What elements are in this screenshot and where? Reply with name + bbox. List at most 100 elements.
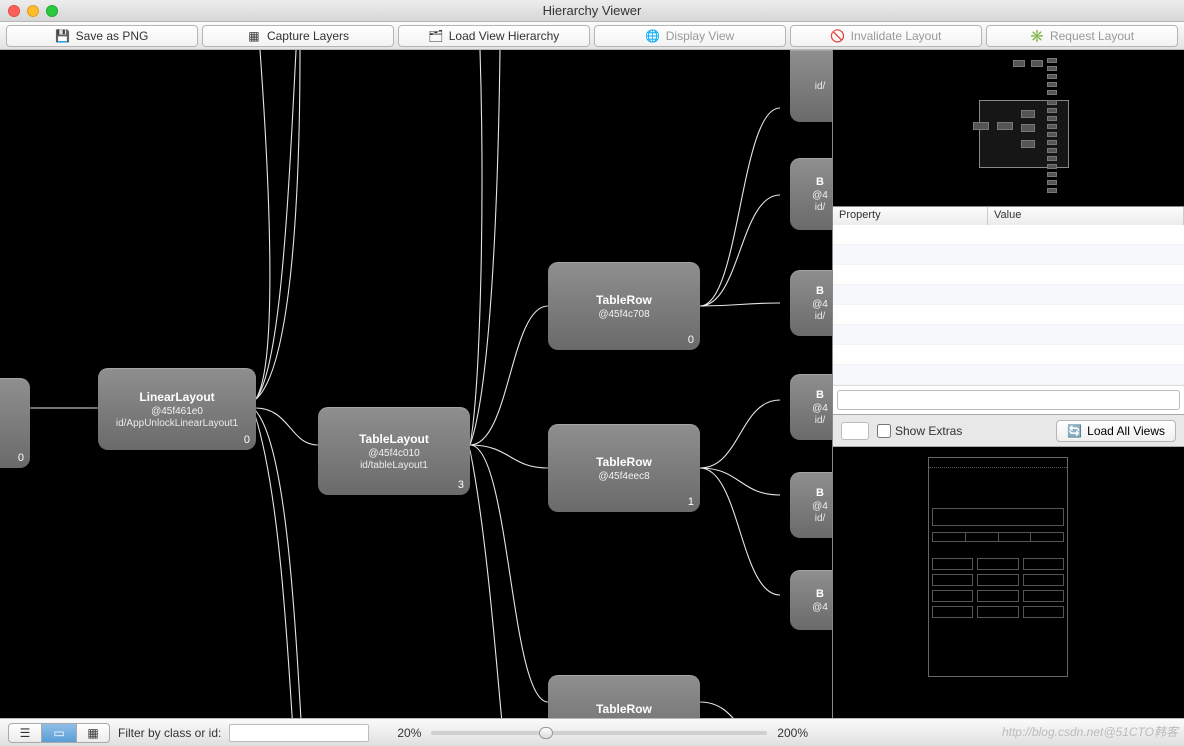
node-address: @4 xyxy=(812,501,828,512)
node-trunc-b[interactable]: B @4 id/ xyxy=(790,158,833,230)
table-row[interactable] xyxy=(833,345,1184,365)
device-statusbar xyxy=(929,458,1067,468)
zoom-min-label: 20% xyxy=(397,726,421,740)
node-class: B xyxy=(816,176,824,188)
save-icon: 💾 xyxy=(56,29,70,43)
capture-layers-button[interactable]: ▦ Capture Layers xyxy=(202,25,394,47)
node-class: TableRow xyxy=(596,455,652,469)
show-extras-input[interactable] xyxy=(877,424,891,438)
device-tabbar xyxy=(932,532,1064,542)
table-row[interactable] xyxy=(833,325,1184,345)
grid-icon: ▦ xyxy=(87,726,98,740)
hierarchy-icon: 🗂 xyxy=(429,29,443,43)
invalidate-layout-button[interactable]: 🚫 Invalidate Layout xyxy=(790,25,982,47)
node-class: B xyxy=(816,285,824,297)
table-row[interactable] xyxy=(833,265,1184,285)
button-label: Save as PNG xyxy=(76,29,149,43)
node-trunc-f[interactable]: B @4 xyxy=(790,570,833,630)
node-class: B xyxy=(816,389,824,401)
node-tablerow-2[interactable]: TableRow @45f50b70 xyxy=(548,675,700,718)
table-row[interactable] xyxy=(833,305,1184,325)
node-badge: 0 xyxy=(244,434,250,446)
filter-input[interactable] xyxy=(229,724,369,742)
zoom-max-label: 200% xyxy=(777,726,808,740)
table-row[interactable] xyxy=(833,285,1184,305)
node-address: @45f461e0 xyxy=(151,406,203,417)
node-address: @45f4c708 xyxy=(598,309,649,320)
node-id: id/ xyxy=(815,415,826,426)
bottom-bar: ☰ ▭ ▦ Filter by class or id: 20% 200% xyxy=(0,718,1184,746)
tree-icon: ▭ xyxy=(53,726,64,740)
view-mode-grid-button[interactable]: ▦ xyxy=(76,723,110,743)
node-class: TableRow xyxy=(596,702,652,716)
device-frame xyxy=(928,457,1068,677)
button-label: Display View xyxy=(666,29,734,43)
display-view-button[interactable]: 🌐 Display View xyxy=(594,25,786,47)
button-label: Capture Layers xyxy=(267,29,349,43)
main-area: 0 LinearLayout @45f461e0 id/AppUnlockLin… xyxy=(0,50,1184,718)
title-bar: Hierarchy Viewer xyxy=(0,0,1184,22)
node-tablerow-0[interactable]: TableRow @45f4c708 0 xyxy=(548,262,700,350)
actions-row: Show Extras 🔄 Load All Views xyxy=(833,415,1184,447)
node-badge: 0 xyxy=(688,334,694,346)
node-trunc-d[interactable]: B @4 id/ xyxy=(790,374,833,440)
button-label: Load All Views xyxy=(1087,424,1165,438)
window-title: Hierarchy Viewer xyxy=(0,3,1184,18)
hierarchy-canvas[interactable]: 0 LinearLayout @45f461e0 id/AppUnlockLin… xyxy=(0,50,833,718)
property-header: Property Value xyxy=(833,207,1184,225)
node-address: @4 xyxy=(812,602,828,613)
load-all-views-button[interactable]: 🔄 Load All Views xyxy=(1056,420,1176,442)
request-icon: ✳️ xyxy=(1030,29,1044,43)
header-value[interactable]: Value xyxy=(988,207,1184,225)
zoom-slider[interactable] xyxy=(431,731,767,735)
property-panel: Property Value xyxy=(833,207,1184,415)
button-label: Invalidate Layout xyxy=(851,29,942,43)
node-class: B xyxy=(816,588,824,600)
node-id: id/AppUnlockLinearLayout1 xyxy=(116,418,238,429)
minimap[interactable] xyxy=(833,50,1184,207)
node-root-truncated[interactable]: 0 xyxy=(0,378,30,468)
device-region xyxy=(932,508,1064,526)
node-trunc-c[interactable]: B @4 id/ xyxy=(790,270,833,336)
node-address: @45f4c010 xyxy=(368,448,419,459)
filter-label: Filter by class or id: xyxy=(118,726,221,740)
show-extras-checkbox[interactable]: Show Extras xyxy=(877,424,1048,438)
node-trunc-a[interactable]: id/ xyxy=(790,50,833,122)
view-mode-list-button[interactable]: ☰ xyxy=(8,723,42,743)
device-grid xyxy=(932,558,1064,622)
node-id: id/ xyxy=(815,81,826,92)
node-trunc-e[interactable]: B @4 id/ xyxy=(790,472,833,538)
node-id: id/tableLayout1 xyxy=(360,460,428,471)
node-address: @45f4eec8 xyxy=(598,471,649,482)
header-property[interactable]: Property xyxy=(833,207,988,225)
save-as-png-button[interactable]: 💾 Save as PNG xyxy=(6,25,198,47)
invalidate-icon: 🚫 xyxy=(831,29,845,43)
node-id: id/ xyxy=(815,202,826,213)
node-class: LinearLayout xyxy=(139,390,214,404)
table-row[interactable] xyxy=(833,365,1184,385)
device-preview[interactable] xyxy=(833,447,1184,718)
property-rows[interactable] xyxy=(833,225,1184,385)
property-filter xyxy=(833,385,1184,414)
show-extras-label: Show Extras xyxy=(895,424,962,438)
table-row[interactable] xyxy=(833,225,1184,245)
node-id: id/ xyxy=(815,311,826,322)
property-filter-input[interactable] xyxy=(837,390,1180,410)
node-address: @4 xyxy=(812,190,828,201)
right-panel: Property Value Show Extras xyxy=(833,50,1184,718)
load-view-hierarchy-button[interactable]: 🗂 Load View Hierarchy xyxy=(398,25,590,47)
table-row[interactable] xyxy=(833,245,1184,265)
node-badge: 0 xyxy=(18,452,24,464)
color-swatch[interactable] xyxy=(841,422,869,440)
node-linearlayout[interactable]: LinearLayout @45f461e0 id/AppUnlockLinea… xyxy=(98,368,256,450)
node-address: @4 xyxy=(812,299,828,310)
node-id: id/ xyxy=(815,513,826,524)
node-class: TableRow xyxy=(596,293,652,307)
node-tablerow-1[interactable]: TableRow @45f4eec8 1 xyxy=(548,424,700,512)
layers-icon: ▦ xyxy=(247,29,261,43)
zoom-thumb[interactable] xyxy=(539,727,553,739)
globe-icon: 🌐 xyxy=(646,29,660,43)
node-tablelayout[interactable]: TableLayout @45f4c010 id/tableLayout1 3 xyxy=(318,407,470,495)
request-layout-button[interactable]: ✳️ Request Layout xyxy=(986,25,1178,47)
view-mode-tree-button[interactable]: ▭ xyxy=(42,723,76,743)
